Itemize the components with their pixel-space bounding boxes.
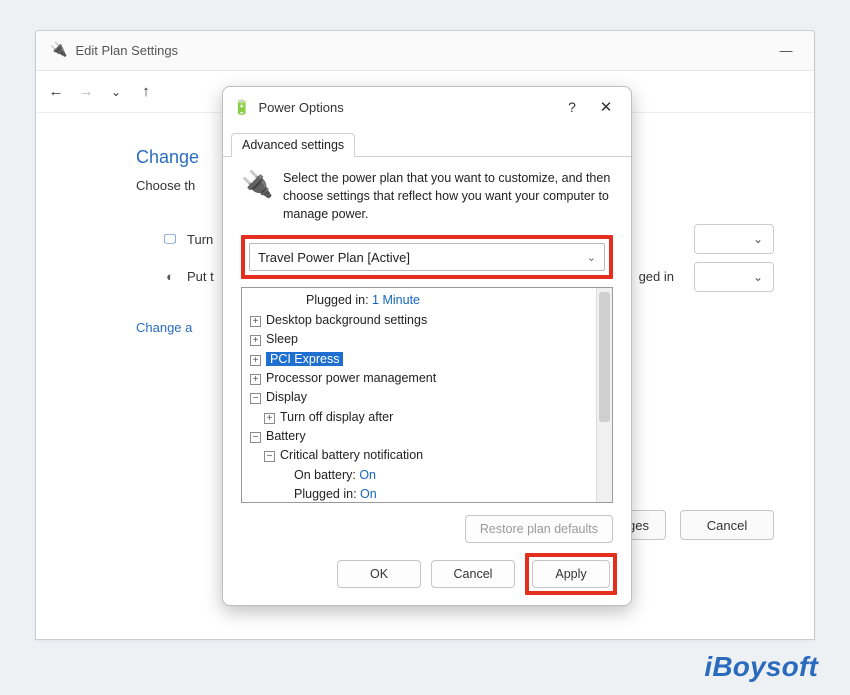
tree-plugged-in[interactable]: Plugged in: On bbox=[294, 485, 608, 503]
help-button[interactable]: ? bbox=[555, 99, 589, 115]
window-title: Edit Plan Settings bbox=[75, 43, 766, 58]
power-options-dialog: 🔋 Power Options ? ✕ Advanced settings 🔌 … bbox=[222, 86, 632, 606]
tree-on-battery[interactable]: On battery: On bbox=[294, 466, 608, 485]
dialog-titlebar: 🔋 Power Options ? ✕ bbox=[223, 87, 631, 127]
tree-pci-express[interactable]: + PCI Express bbox=[250, 350, 608, 369]
sleep-dropdown[interactable]: ⌄ bbox=[694, 262, 774, 292]
tabbar: Advanced settings bbox=[223, 127, 631, 157]
tree-plugged-in-top-label: Plugged in: bbox=[306, 293, 369, 307]
tree-scrollbar[interactable] bbox=[596, 288, 612, 502]
display-icon: 🖵 bbox=[161, 231, 179, 247]
tab-advanced-settings[interactable]: Advanced settings bbox=[231, 133, 355, 157]
expand-icon[interactable]: + bbox=[250, 316, 261, 327]
power-plug-icon: 🔌 bbox=[50, 41, 67, 58]
dialog-cancel-button[interactable]: Cancel bbox=[431, 560, 515, 588]
apply-button[interactable]: Apply bbox=[532, 560, 610, 588]
change-advanced-link[interactable]: Change a bbox=[136, 320, 192, 335]
restore-defaults-button[interactable]: Restore plan defaults bbox=[465, 515, 613, 543]
tree-turn-off-display[interactable]: +Turn off display after bbox=[264, 408, 608, 427]
tree-pci-express-label: PCI Express bbox=[266, 352, 343, 366]
ok-label: OK bbox=[370, 567, 388, 581]
collapse-icon[interactable]: − bbox=[264, 451, 275, 462]
tree-processor[interactable]: +Processor power management bbox=[250, 369, 608, 388]
power-plan-select-value: Travel Power Plan [Active] bbox=[258, 250, 410, 265]
tree-critical-notification[interactable]: −Critical battery notification bbox=[264, 446, 608, 465]
tree-plugged-in-top[interactable]: Plugged in: 1 Minute bbox=[306, 291, 608, 310]
chevron-down-icon: ⌄ bbox=[587, 251, 596, 264]
power-plan-icon: 🔌 bbox=[241, 169, 271, 199]
plugged-in-header-tail: ged in bbox=[639, 269, 674, 284]
minimize-button[interactable]: — bbox=[766, 43, 806, 58]
collapse-icon[interactable]: − bbox=[250, 393, 261, 404]
cancel-label: Cancel bbox=[707, 518, 747, 533]
dialog-actions: OK Cancel Apply bbox=[237, 553, 617, 595]
dialog-title: Power Options bbox=[258, 100, 555, 115]
expand-icon[interactable]: + bbox=[250, 355, 261, 366]
scrollbar-thumb[interactable] bbox=[599, 292, 610, 422]
tree-desktop-bg[interactable]: +Desktop background settings bbox=[250, 311, 608, 330]
ok-button[interactable]: OK bbox=[337, 560, 421, 588]
power-options-icon: 🔋 bbox=[233, 99, 250, 116]
expand-icon[interactable]: + bbox=[250, 335, 261, 346]
recent-dropdown-icon[interactable]: ⌄ bbox=[104, 80, 128, 104]
highlight-plan-select: Travel Power Plan [Active] ⌄ bbox=[241, 235, 613, 279]
collapse-icon[interactable]: − bbox=[250, 432, 261, 443]
restore-defaults-label: Restore plan defaults bbox=[480, 522, 598, 536]
highlight-apply: Apply bbox=[525, 553, 617, 595]
tree-display[interactable]: −Display bbox=[250, 388, 608, 407]
titlebar: 🔌 Edit Plan Settings — bbox=[36, 31, 814, 71]
watermark-brand: iBoysoft bbox=[704, 651, 818, 683]
dialog-cancel-label: Cancel bbox=[454, 567, 493, 581]
dialog-body: 🔌 Select the power plan that you want to… bbox=[223, 157, 631, 551]
expand-icon[interactable]: + bbox=[250, 374, 261, 385]
settings-tree[interactable]: Plugged in: 1 Minute +Desktop background… bbox=[241, 287, 613, 503]
apply-label: Apply bbox=[555, 567, 586, 581]
tree-battery[interactable]: −Battery bbox=[250, 427, 608, 446]
turn-off-display-dropdown[interactable]: ⌄ bbox=[694, 224, 774, 254]
sleep-icon: ◐ bbox=[161, 269, 179, 284]
up-button[interactable]: ↑ bbox=[134, 80, 158, 104]
expand-icon[interactable]: + bbox=[264, 413, 275, 424]
tree-plugged-in-top-value: 1 Minute bbox=[372, 293, 420, 307]
cancel-button[interactable]: Cancel bbox=[680, 510, 774, 540]
power-plan-select[interactable]: Travel Power Plan [Active] ⌄ bbox=[249, 243, 605, 271]
back-button[interactable]: ← bbox=[44, 80, 68, 104]
forward-button[interactable]: → bbox=[74, 80, 98, 104]
tree-sleep[interactable]: +Sleep bbox=[250, 330, 608, 349]
close-button[interactable]: ✕ bbox=[589, 98, 623, 116]
dialog-description: Select the power plan that you want to c… bbox=[283, 169, 613, 223]
